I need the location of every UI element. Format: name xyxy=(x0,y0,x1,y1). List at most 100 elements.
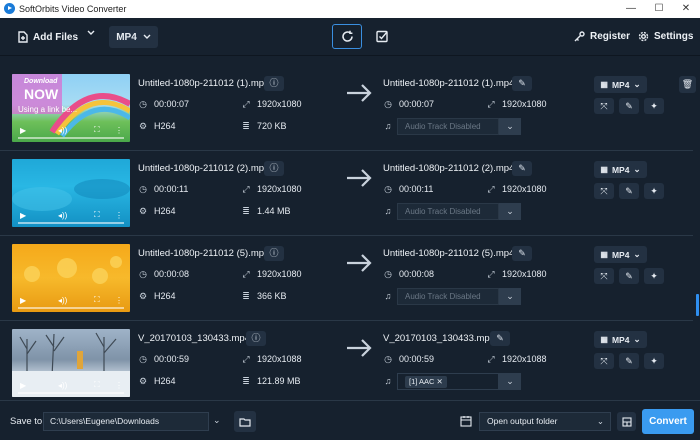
rename-button[interactable]: ✎ xyxy=(512,76,532,91)
effects-button[interactable]: ✦ xyxy=(644,98,664,114)
file-row[interactable]: ▶ ◂)) ⛶ ⋮ Untitled-1080p-211012 (2).mp4 … xyxy=(0,151,700,235)
refresh-button[interactable] xyxy=(332,24,362,49)
audio-track-dropdown[interactable]: ⌄ xyxy=(499,118,521,135)
gear-icon: ⚙ xyxy=(138,375,148,386)
audio-track-dropdown[interactable]: ⌄ xyxy=(499,373,521,390)
resolution: ⤢ 1920x1080 xyxy=(241,269,301,280)
effects-button[interactable]: ✦ xyxy=(644,353,664,369)
resolution: ⤢ 1920x1088 xyxy=(241,354,302,365)
after-convert-select[interactable]: Open output folder ⌄ xyxy=(479,412,611,431)
fullscreen-icon[interactable]: ⛶ xyxy=(94,125,100,135)
audio-track-dropdown[interactable]: ⌄ xyxy=(499,203,521,220)
duration-value: 00:00:07 xyxy=(154,99,190,109)
add-files-dropdown[interactable] xyxy=(87,30,95,36)
audio-track-select[interactable]: Audio Track Disabled xyxy=(397,118,499,135)
play-icon[interactable]: ▶ xyxy=(20,126,26,135)
edit-button[interactable]: ✎ xyxy=(619,98,639,114)
effects-button[interactable]: ✦ xyxy=(644,183,664,199)
crop-button[interactable]: ⤧ xyxy=(594,98,614,114)
file-name: V_20170103_130433.mp4 xyxy=(138,333,250,344)
info-button[interactable]: ⓘ xyxy=(264,76,284,91)
thumb-overlay-text: Using a link be... xyxy=(18,105,78,114)
convert-button[interactable]: Convert xyxy=(642,409,694,434)
crop-button[interactable]: ⤧ xyxy=(594,353,614,369)
output-format-select[interactable]: ▦ MP4 ⌄ xyxy=(594,76,647,93)
edit-button[interactable]: ✎ xyxy=(619,353,639,369)
settings-label: Settings xyxy=(654,31,694,42)
path-dropdown[interactable]: ⌄ xyxy=(213,415,221,426)
info-button[interactable]: ⓘ xyxy=(246,331,266,346)
layout-button[interactable] xyxy=(617,412,636,431)
file-row[interactable]: Download NOW Using a link be... ▶ ◂)) ⛶ … xyxy=(0,66,700,150)
seek-bar[interactable] xyxy=(18,137,124,139)
minimize-button[interactable]: — xyxy=(617,1,645,17)
seek-bar[interactable] xyxy=(18,307,124,309)
edit-button[interactable]: ✎ xyxy=(619,183,639,199)
info-button[interactable]: ⓘ xyxy=(264,161,284,176)
resize-icon: ⤢ xyxy=(487,268,495,279)
delete-button[interactable]: 🗑 xyxy=(679,76,696,93)
rename-button[interactable]: ✎ xyxy=(490,331,510,346)
video-thumbnail[interactable]: ▶ ◂)) ⛶ ⋮ xyxy=(12,159,130,227)
volume-icon[interactable]: ◂)) xyxy=(58,211,67,220)
play-icon[interactable]: ▶ xyxy=(20,211,26,220)
effects-button[interactable]: ✦ xyxy=(644,268,664,284)
scrollbar-thumb[interactable] xyxy=(696,294,699,316)
video-thumbnail[interactable]: ▶ ◂)) ⛶ ⋮ xyxy=(12,329,130,397)
output-format-value: MP4 xyxy=(611,79,630,90)
register-button[interactable]: Register xyxy=(574,31,630,42)
audio-track-dropdown[interactable]: ⌄ xyxy=(499,288,521,305)
file-row[interactable]: ▶ ◂)) ⛶ ⋮ V_20170103_130433.mp4 ⓘ ◷ 00:00… xyxy=(0,321,700,405)
settings-button[interactable]: Settings xyxy=(638,31,693,42)
more-icon[interactable]: ⋮ xyxy=(115,211,123,220)
audio-track-tag[interactable]: [1] AAC ✕ xyxy=(405,376,447,388)
more-icon[interactable]: ⋮ xyxy=(115,296,123,305)
output-resolution: ⤢ 1920x1080 xyxy=(486,268,546,280)
crop-button[interactable]: ⤧ xyxy=(594,183,614,199)
more-icon[interactable]: ⋮ xyxy=(115,126,123,135)
format-select-label: MP4 xyxy=(116,31,137,43)
bottom-bar: Save to C:\Users\Eugene\Downloads ⌄ Open… xyxy=(0,400,700,440)
volume-icon[interactable]: ◂)) xyxy=(58,296,67,305)
select-all-button[interactable] xyxy=(373,27,391,45)
seek-bar[interactable] xyxy=(18,392,124,394)
seek-bar[interactable] xyxy=(18,222,124,224)
edit-button[interactable]: ✎ xyxy=(619,268,639,284)
clock-icon: ◷ xyxy=(384,183,392,194)
music-icon: ♫ xyxy=(384,291,392,301)
crop-button[interactable]: ⤧ xyxy=(594,268,614,284)
fullscreen-icon[interactable]: ⛶ xyxy=(94,295,100,305)
add-files-button[interactable]: Add Files xyxy=(18,31,78,43)
file-row[interactable]: ▶ ◂)) ⛶ ⋮ Untitled-1080p-211012 (5).mp4 … xyxy=(0,236,700,320)
audio-track-select[interactable]: Audio Track Disabled xyxy=(397,288,499,305)
audio-track-select[interactable]: Audio Track Disabled xyxy=(397,203,499,220)
video-thumbnail[interactable]: ▶ ◂)) ⛶ ⋮ xyxy=(12,244,130,312)
resolution-value: 1920x1088 xyxy=(257,354,302,364)
volume-icon[interactable]: ◂)) xyxy=(58,381,67,390)
rename-button[interactable]: ✎ xyxy=(512,246,532,261)
codec-value: H264 xyxy=(154,376,176,386)
play-icon[interactable]: ▶ xyxy=(20,296,26,305)
music-icon: ♫ xyxy=(384,376,392,386)
maximize-button[interactable]: ☐ xyxy=(645,1,673,17)
info-button[interactable]: ⓘ xyxy=(264,246,284,261)
output-format-select[interactable]: ▦ MP4 ⌄ xyxy=(594,246,647,263)
browse-folder-button[interactable] xyxy=(234,411,256,432)
file-name: Untitled-1080p-211012 (1).mp4 xyxy=(138,78,270,89)
audio-track-select[interactable]: [1] AAC ✕ xyxy=(397,373,499,390)
more-icon[interactable]: ⋮ xyxy=(115,381,123,390)
output-format-select[interactable]: ▦ MP4 ⌄ xyxy=(594,161,647,178)
output-format-select[interactable]: ▦ MP4 ⌄ xyxy=(594,331,647,348)
codec-value: H264 xyxy=(154,206,176,216)
video-thumbnail[interactable]: Download NOW Using a link be... ▶ ◂)) ⛶ … xyxy=(12,74,130,142)
play-icon[interactable]: ▶ xyxy=(20,381,26,390)
output-path-input[interactable]: C:\Users\Eugene\Downloads xyxy=(43,412,209,431)
volume-icon[interactable]: ◂)) xyxy=(58,126,67,135)
fullscreen-icon[interactable]: ⛶ xyxy=(94,210,100,220)
format-select[interactable]: MP4 xyxy=(109,26,158,48)
fullscreen-icon[interactable]: ⛶ xyxy=(94,380,100,390)
rename-button[interactable]: ✎ xyxy=(512,161,532,176)
remove-tag-icon[interactable]: ✕ xyxy=(437,377,443,386)
output-format-value: MP4 xyxy=(611,334,630,345)
close-button[interactable]: ✕ xyxy=(672,1,700,17)
